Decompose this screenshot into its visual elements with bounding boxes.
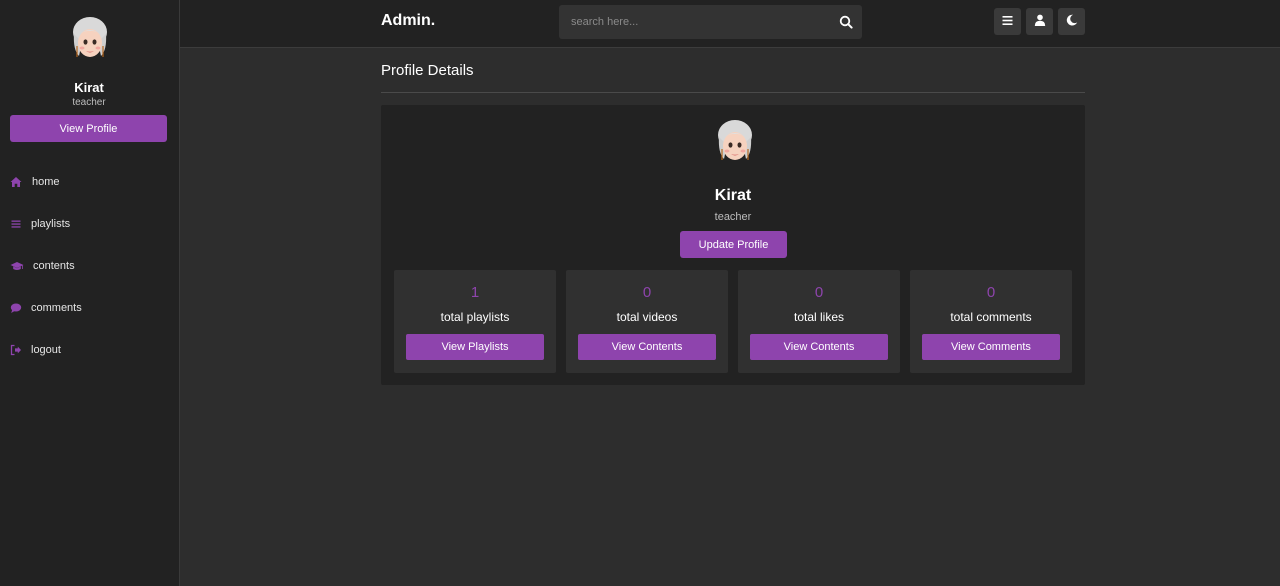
view-contents-button[interactable]: View Contents bbox=[578, 334, 716, 360]
stat-card-videos: 0 total videos View Contents bbox=[566, 270, 728, 373]
sidebar-item-label: playlists bbox=[31, 218, 71, 230]
stat-card-playlists: 1 total playlists View Playlists bbox=[394, 270, 556, 373]
sidebar-user-name: Kirat bbox=[74, 80, 104, 95]
home-icon bbox=[10, 176, 22, 188]
app-logo[interactable]: Admin. bbox=[381, 12, 435, 30]
sidebar-item-contents[interactable]: contents bbox=[10, 255, 75, 277]
view-contents-button[interactable]: View Contents bbox=[750, 334, 888, 360]
stat-label: total comments bbox=[950, 310, 1032, 324]
sidebar-item-label: comments bbox=[31, 302, 82, 314]
sidebar-item-home[interactable]: home bbox=[10, 171, 60, 193]
sidebar: Kirat teacher View Profile home playlist… bbox=[0, 0, 180, 586]
list-icon bbox=[10, 218, 22, 230]
page-title: Profile Details bbox=[381, 62, 474, 79]
sidebar-item-label: home bbox=[32, 176, 60, 188]
stat-value: 1 bbox=[470, 284, 480, 301]
moon-icon bbox=[1066, 13, 1078, 31]
graduation-cap-icon bbox=[10, 260, 24, 272]
search-icon[interactable] bbox=[838, 14, 854, 30]
sidebar-item-comments[interactable]: comments bbox=[10, 297, 82, 319]
stat-value: 0 bbox=[642, 284, 652, 301]
divider bbox=[381, 92, 1085, 93]
theme-toggle-button[interactable] bbox=[1058, 8, 1085, 35]
comment-icon bbox=[10, 302, 22, 314]
search-box bbox=[559, 5, 862, 39]
sidebar-user-role: teacher bbox=[72, 97, 106, 108]
stat-label: total playlists bbox=[440, 310, 510, 324]
stat-value: 0 bbox=[814, 284, 824, 301]
avatar bbox=[70, 16, 110, 64]
user-button[interactable] bbox=[1026, 8, 1053, 35]
logout-icon bbox=[10, 344, 22, 356]
stat-value: 0 bbox=[986, 284, 996, 301]
user-icon bbox=[1034, 13, 1046, 31]
avatar bbox=[715, 119, 755, 167]
sidebar-item-logout[interactable]: logout bbox=[10, 339, 61, 361]
sidebar-item-label: logout bbox=[31, 344, 61, 356]
menu-icon bbox=[1002, 13, 1013, 31]
view-profile-button[interactable]: View Profile bbox=[10, 115, 167, 142]
profile-card: Kirat teacher Update Profile 1 total pla… bbox=[381, 105, 1085, 385]
profile-role: teacher bbox=[714, 211, 752, 223]
update-profile-button[interactable]: Update Profile bbox=[680, 231, 787, 258]
stat-card-comments: 0 total comments View Comments bbox=[910, 270, 1072, 373]
search-input[interactable] bbox=[559, 5, 829, 39]
menu-button[interactable] bbox=[994, 8, 1021, 35]
sidebar-item-label: contents bbox=[33, 260, 75, 272]
stat-card-likes: 0 total likes View Contents bbox=[738, 270, 900, 373]
view-playlists-button[interactable]: View Playlists bbox=[406, 334, 544, 360]
stat-label: total videos bbox=[616, 310, 678, 324]
view-comments-button[interactable]: View Comments bbox=[922, 334, 1060, 360]
top-header: Admin. bbox=[180, 0, 1280, 48]
profile-name: Kirat bbox=[714, 187, 752, 204]
sidebar-item-playlists[interactable]: playlists bbox=[10, 213, 70, 235]
stat-label: total likes bbox=[793, 310, 845, 324]
